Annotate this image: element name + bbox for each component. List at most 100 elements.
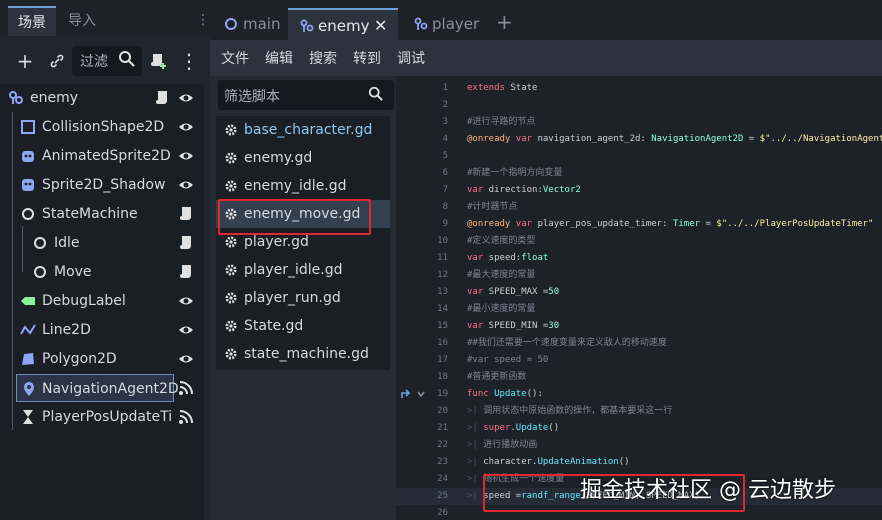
tab-enemy[interactable]: enemy ✕	[288, 8, 398, 40]
code-token: ()	[548, 423, 560, 433]
code-text: var SPEED_MIN =30	[467, 318, 559, 335]
tab-import[interactable]: 导入	[58, 6, 106, 36]
close-tab-icon[interactable]: ✕	[374, 10, 387, 42]
tree-node-label: Sprite2D_Shadow	[42, 177, 166, 193]
visibility-eye-icon[interactable]	[178, 90, 194, 106]
visibility-eye-icon[interactable]	[178, 322, 194, 338]
script-item[interactable]: player_run.gd	[216, 284, 390, 312]
watermark: 掘金技术社区 @ 云边散步	[580, 478, 836, 503]
code-text: @onready var player_pos_update_timer: Ti…	[467, 216, 873, 233]
menu-edit[interactable]: 编辑	[265, 48, 293, 68]
script-item[interactable]: base_character.gd	[216, 116, 390, 144]
menu-debug[interactable]: 调试	[397, 48, 425, 68]
visibility-eye-icon[interactable]	[178, 148, 194, 164]
code-line: 20 >| 调用状态中原始函数的操作，都基本要采这一行	[396, 403, 882, 420]
line-number: 7	[442, 185, 448, 195]
script-item[interactable]: state_machine.gd	[216, 340, 390, 368]
tree-node-animatedsprite2d[interactable]: AnimatedSprite2D	[0, 142, 204, 170]
script-list-panel: 筛选脚本 base_character.gd enemy.gd enemy_idle…	[216, 76, 396, 520]
script-item-label: State.gd	[244, 318, 304, 334]
tree-node-debuglabel[interactable]: DebugLabel	[0, 287, 204, 315]
gear-icon	[225, 180, 237, 192]
code-line: 1 extends State	[396, 80, 882, 97]
line2d-icon	[20, 324, 36, 335]
gear-icon	[225, 292, 237, 304]
code-token: >|	[467, 491, 484, 501]
script-item[interactable]: enemy_idle.gd	[216, 172, 390, 200]
more-options-icon[interactable]: ⋮	[176, 48, 202, 74]
script-item[interactable]: State.gd	[216, 312, 390, 340]
line-number: 11	[437, 253, 448, 263]
code-line: 5	[396, 148, 882, 165]
add-tab-icon[interactable]: +	[496, 12, 513, 32]
script-filter-input[interactable]: 筛选脚本	[218, 80, 394, 110]
script-icon[interactable]	[156, 90, 170, 106]
tab-main[interactable]: main	[216, 8, 288, 40]
tree-node-collisionshape2d[interactable]: CollisionShape2D	[0, 113, 204, 141]
tab-label: main	[243, 15, 281, 33]
code-token: var	[467, 287, 484, 297]
script-item[interactable]: enemy.gd	[216, 144, 390, 172]
script-item[interactable]: player_idle.gd	[216, 256, 390, 284]
code-token: >|	[467, 474, 484, 484]
tree-node-navigationagent2d[interactable]: NavigationAgent2D	[16, 374, 179, 402]
tree-node-sprite2d-shadow[interactable]: Sprite2D_Shadow	[0, 171, 204, 199]
code-text: #计时器节点	[467, 199, 517, 216]
tree-node-line2d[interactable]: Line2D	[0, 316, 204, 344]
polygon-icon	[22, 353, 34, 365]
code-token: @onready	[467, 134, 511, 144]
filter-input[interactable]: 过滤	[72, 46, 142, 76]
code-token: Vector2	[542, 185, 581, 195]
line-number: 20	[437, 406, 448, 416]
line-number: 21	[437, 423, 448, 433]
visibility-eye-icon[interactable]	[178, 293, 194, 309]
tree-node-move[interactable]: Move	[0, 258, 204, 286]
signal-icon[interactable]	[178, 409, 194, 425]
add-node-icon[interactable]: +	[12, 48, 38, 74]
code-token: var	[515, 134, 533, 144]
line-number: 19	[437, 389, 448, 399]
tree-node-polygon2d[interactable]: Polygon2D	[0, 345, 204, 373]
tab-player[interactable]: player	[406, 8, 486, 40]
code-text: #新建一个指明方向变量	[467, 165, 562, 182]
code-token: UpdateAnimation	[537, 457, 619, 467]
code-token: #最小速度的常量	[467, 304, 536, 314]
visibility-eye-icon[interactable]	[178, 119, 194, 135]
script-icon[interactable]	[180, 235, 194, 251]
code-editor[interactable]: 1 extends State 2 3 #进行寻路的节点 4 @onready var na…	[396, 76, 882, 520]
tree-node-enemy[interactable]: enemy	[0, 84, 204, 112]
visibility-eye-icon[interactable]	[178, 177, 194, 193]
script-icon[interactable]	[180, 264, 194, 280]
tree-node-playerposupdatetimer[interactable]: PlayerPosUpdateTi	[0, 403, 204, 431]
signal-icon[interactable]	[178, 380, 194, 396]
scene-circle-icon	[225, 18, 237, 30]
highlight-box	[218, 199, 371, 235]
line-number: 16	[437, 338, 448, 348]
tab-scene[interactable]: 场景	[8, 6, 56, 36]
tree-node-statemachine[interactable]: StateMachine	[0, 200, 204, 228]
code-text: func Update():	[467, 386, 543, 403]
code-text: var speed:float	[467, 250, 548, 267]
tree-node-label: CollisionShape2D	[42, 119, 165, 135]
tree-node-label: DebugLabel	[42, 293, 126, 309]
tree-node-label: NavigationAgent2D	[42, 381, 179, 397]
menu-goto[interactable]: 转到	[353, 48, 381, 68]
visibility-eye-icon[interactable]	[178, 351, 194, 367]
line-number: 2	[442, 100, 448, 110]
code-text: #最小速度的常量	[467, 301, 535, 318]
menu-search[interactable]: 搜索	[309, 48, 337, 68]
link-icon[interactable]	[44, 48, 70, 74]
tree-node-label: AnimatedSprite2D	[42, 148, 171, 164]
script-icon[interactable]	[180, 206, 194, 222]
script-item-label: player_run.gd	[244, 290, 341, 306]
node2d-icon	[9, 91, 23, 104]
dock-menu-icon[interactable]: ⋮	[196, 12, 210, 28]
menu-file[interactable]: 文件	[221, 48, 249, 68]
code-token: >|	[467, 406, 484, 416]
line-number: 22	[437, 440, 448, 450]
tree-node-idle[interactable]: Idle	[0, 229, 204, 257]
attach-script-icon[interactable]	[146, 48, 172, 74]
node2d-icon	[300, 19, 314, 32]
code-text: #普通更新函数	[467, 369, 526, 386]
gear-icon	[225, 152, 237, 164]
